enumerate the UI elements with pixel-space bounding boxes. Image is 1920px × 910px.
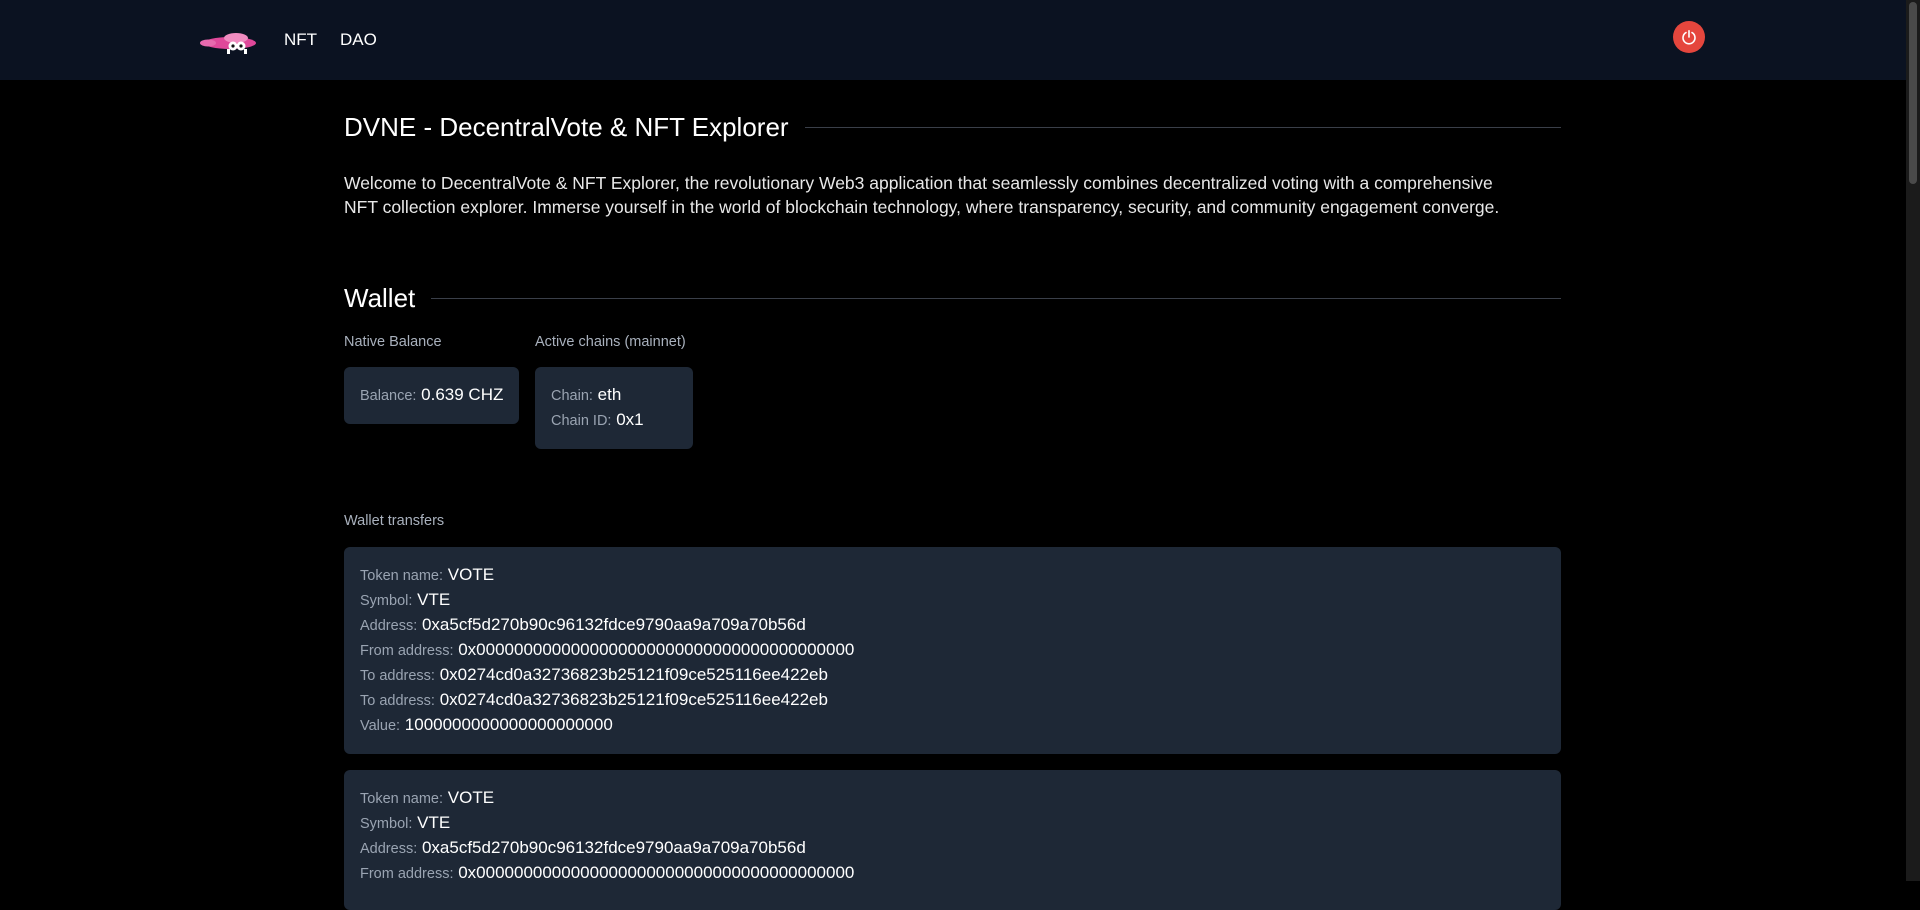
balance-row: Balance: 0.639 CHZ (360, 383, 503, 408)
main-content: DVNE - DecentralVote & NFT Explorer Welc… (344, 80, 1561, 910)
address-value: 0xa5cf5d270b90c96132fdce9790aa9a709a70b5… (421, 838, 806, 857)
chain-id-row: Chain ID: 0x1 (551, 408, 677, 433)
intro-header: DVNE - DecentralVote & NFT Explorer (344, 112, 1561, 143)
divider (804, 127, 1561, 128)
chain-card: Chain: eth Chain ID: 0x1 (535, 367, 693, 449)
token-name-key: Token name: (360, 568, 444, 584)
top-navbar: NFT DAO (0, 0, 1906, 80)
chain-value: eth (597, 385, 622, 404)
native-balance-section: Native Balance Balance: 0.639 CHZ (344, 334, 519, 449)
symbol-value: VTE (417, 813, 451, 832)
platypus-logo-icon (200, 33, 256, 54)
to-address-value: 0x0274cd0a32736823b25121f09ce525116ee422… (439, 665, 828, 684)
intro-text: Welcome to DecentralVote & NFT Explorer,… (344, 173, 1500, 217)
address-value: 0xa5cf5d270b90c96132fdce9790aa9a709a70b5… (421, 615, 806, 634)
wallet-header: Wallet (344, 283, 1561, 314)
to-address-key: To address: (360, 668, 435, 684)
symbol-key: Symbol: (360, 816, 413, 832)
balance-value: 0.639 CHZ (421, 385, 504, 404)
value-key: Value: (360, 718, 401, 734)
balance-key: Balance: (360, 388, 417, 404)
native-balance-label: Native Balance (344, 334, 442, 350)
from-address-key: From address: (360, 866, 454, 882)
disconnect-button[interactable] (1673, 21, 1705, 53)
from-address-key: From address: (360, 643, 454, 659)
scrollbar-thumb[interactable] (1909, 2, 1917, 184)
wallet-title: Wallet (344, 283, 416, 313)
nav-link-nft[interactable]: NFT (284, 30, 317, 50)
transfer-card: Token name: VOTE Symbol: VTE Address: 0x… (344, 547, 1561, 754)
token-name-key: Token name: (360, 791, 444, 807)
page-scrollbar[interactable] (1906, 0, 1920, 881)
token-name-value: VOTE (447, 788, 495, 807)
token-name-value: VOTE (447, 565, 495, 584)
divider (431, 298, 1561, 299)
value-value: 1000000000000000000000 (404, 715, 613, 734)
from-address-value: 0x00000000000000000000000000000000000000… (458, 863, 855, 882)
power-icon (1682, 29, 1696, 45)
transfer-card: Token name: VOTE Symbol: VTE Address: 0x… (344, 770, 1561, 910)
symbol-value: VTE (417, 590, 451, 609)
address-key: Address: (360, 841, 418, 857)
balance-card: Balance: 0.639 CHZ (344, 367, 519, 424)
logo[interactable] (200, 28, 262, 56)
chain-id-value: 0x1 (616, 410, 644, 429)
chain-key: Chain: (551, 388, 593, 404)
to-address-key: To address: (360, 693, 435, 709)
from-address-value: 0x00000000000000000000000000000000000000… (458, 640, 855, 659)
chain-id-key: Chain ID: (551, 413, 612, 429)
wallet-summary: Native Balance Balance: 0.639 CHZ Active… (344, 334, 1561, 449)
active-chains-label: Active chains (mainnet) (535, 334, 686, 350)
active-chains-section: Active chains (mainnet) Chain: eth Chain… (535, 334, 693, 449)
page-title: DVNE - DecentralVote & NFT Explorer (344, 112, 789, 142)
chain-row: Chain: eth (551, 383, 677, 408)
wallet-transfers-label: Wallet transfers (344, 513, 445, 529)
address-key: Address: (360, 618, 418, 634)
symbol-key: Symbol: (360, 593, 413, 609)
nav-link-dao[interactable]: DAO (340, 30, 377, 50)
to-address-value: 0x0274cd0a32736823b25121f09ce525116ee422… (439, 690, 828, 709)
